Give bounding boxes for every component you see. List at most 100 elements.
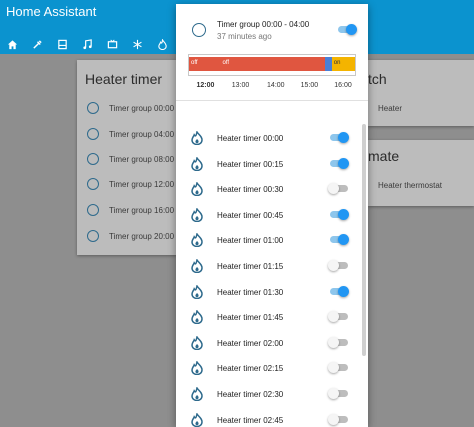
switch-card: tch Heater [368, 60, 474, 126]
card-row-heater[interactable]: Heater [378, 98, 402, 118]
list-item: Heater timer 01:45 [176, 304, 358, 329]
timeline-tick-label: 15:00 [300, 82, 319, 89]
heater-timer-name: Heater timer 02:45 [217, 415, 284, 425]
last-changed: 37 minutes ago [217, 32, 272, 41]
list-item: Heater timer 00:00 [176, 125, 358, 150]
card-row-timer-group[interactable]: Timer group 16:00 [87, 200, 174, 220]
heater-timer-name: Heater timer 02:30 [217, 390, 284, 399]
heater-timer-toggle[interactable] [328, 362, 348, 374]
list-item: Heater timer 02:45 [176, 407, 358, 427]
heater-timer-toggle[interactable] [328, 285, 349, 297]
heater-timer-toggle[interactable] [328, 413, 348, 425]
flame-icon [190, 130, 204, 146]
list-item: Heater timer 01:15 [176, 253, 358, 278]
flame-icon [190, 258, 204, 274]
timeline-segment [325, 57, 332, 71]
flame-icon [190, 181, 204, 197]
timeline-tick-label: 14:00 [267, 82, 285, 89]
card-row-label: Timer group 12:00 [109, 179, 175, 189]
flame-icon [190, 411, 204, 427]
heater-timer-name: Heater timer 02:15 [217, 364, 284, 374]
flame-icon [190, 283, 204, 299]
snowflake-icon[interactable] [125, 34, 150, 54]
scrollbar[interactable] [362, 124, 366, 356]
list-item: Heater timer 00:15 [176, 151, 358, 176]
list-item: Heater timer 00:45 [176, 202, 358, 227]
heater-timer-name: Heater timer 01:00 [217, 236, 284, 246]
timeline-axis: 12:00 13:00 14:00 15:00 16:00 [188, 82, 356, 92]
heater-timer-toggle[interactable] [328, 388, 348, 399]
flame-icon [190, 155, 204, 171]
card-row-timer-group[interactable]: Timer group 20:00 [87, 226, 174, 246]
card-row-timer-group[interactable]: Timer group 04:00 [87, 124, 174, 144]
home-icon[interactable] [0, 34, 25, 54]
media-icon[interactable] [50, 34, 75, 54]
tools-icon[interactable] [25, 34, 50, 54]
heater-timer-name: Heater timer 01:30 [217, 287, 284, 297]
timer-group-icon [87, 204, 99, 216]
flame-icon [190, 309, 204, 325]
tv-icon[interactable] [100, 34, 125, 54]
card-row-label: Timer group 16:00 [109, 205, 175, 215]
list-item: Heater timer 02:00 [176, 330, 358, 355]
timeline-segment: on [331, 57, 355, 71]
heater-timer-card: Heater timer Timer group 00:00 Timer gro… [77, 60, 177, 255]
list-item: Heater timer 01:00 [176, 227, 358, 252]
heater-timer-name: Heater timer 01:15 [217, 262, 284, 271]
timeline-tick-label: 12:00 [196, 82, 215, 89]
timeline-tick-label: 16:00 [334, 82, 352, 89]
entity-name: Timer group 00:00 - 04:00 [217, 20, 310, 29]
heater-timer-name: Heater timer 00:15 [217, 159, 284, 169]
card-row-label: Timer group 08:00 [109, 154, 175, 164]
timer-group-icon [87, 230, 99, 242]
list-item: Heater timer 02:15 [176, 355, 358, 380]
card-row-timer-group[interactable]: Timer group 00:00 [87, 98, 174, 118]
flame-icon [190, 335, 204, 351]
heater-timer-name: Heater timer 02:00 [217, 338, 284, 348]
heater-timer-toggle[interactable] [328, 234, 349, 246]
heater-timer-toggle[interactable] [328, 336, 348, 348]
heater-timer-toggle[interactable] [328, 311, 348, 323]
card-title: tch [368, 71, 387, 87]
card-row-label: Heater [378, 103, 403, 113]
history-timeline: off off on [188, 54, 356, 76]
card-title: Heater timer [85, 71, 163, 87]
heater-timer-toggle[interactable] [328, 260, 348, 271]
card-row-timer-group[interactable]: Timer group 12:00 [87, 174, 174, 194]
heater-timer-name: Heater timer 01:45 [217, 313, 284, 323]
flame-icon [190, 386, 204, 402]
flame-icon[interactable] [150, 34, 175, 54]
card-row-label: Heater thermostat [378, 180, 443, 190]
heater-timer-toggle[interactable] [328, 157, 349, 169]
climate-card: mate Heater thermostat [368, 140, 474, 206]
list-item: Heater timer 00:30 [176, 176, 358, 201]
app-title: Home Assistant [6, 4, 97, 19]
heater-timer-name: Heater timer 00:30 [217, 185, 284, 195]
music-icon[interactable] [75, 34, 100, 54]
list-item: Heater timer 01:30 [176, 279, 358, 304]
card-title: mate [368, 148, 400, 164]
timer-group-icon [87, 102, 99, 114]
timeline-segment: off [189, 57, 221, 71]
card-row-label: Timer group 00:00 [109, 103, 175, 113]
timeline-tick-label: 13:00 [231, 82, 250, 89]
heater-timer-name: Heater timer 00:45 [217, 210, 284, 220]
more-info-dialog: Timer group 00:00 - 04:00 37 minutes ago… [176, 4, 368, 427]
heater-timer-toggle[interactable] [328, 132, 349, 143]
timer-group-icon [87, 153, 99, 165]
card-row-label: Timer group 04:00 [109, 129, 175, 139]
flame-icon [190, 360, 204, 376]
timer-group-icon [87, 128, 99, 140]
timeline-segment: off [220, 57, 326, 71]
flame-icon [190, 232, 204, 248]
timer-group-icon [87, 178, 99, 190]
card-row-label: Timer group 20:00 [109, 231, 175, 241]
flame-icon [190, 207, 204, 223]
list-item: Heater timer 02:30 [176, 381, 358, 406]
divider [176, 100, 368, 101]
entity-toggle[interactable] [336, 24, 357, 35]
heater-timer-toggle[interactable] [328, 208, 349, 220]
card-row-timer-group[interactable]: Timer group 08:00 [87, 149, 174, 169]
heater-timer-toggle[interactable] [328, 183, 348, 195]
card-row-thermostat[interactable]: Heater thermostat [378, 175, 442, 195]
